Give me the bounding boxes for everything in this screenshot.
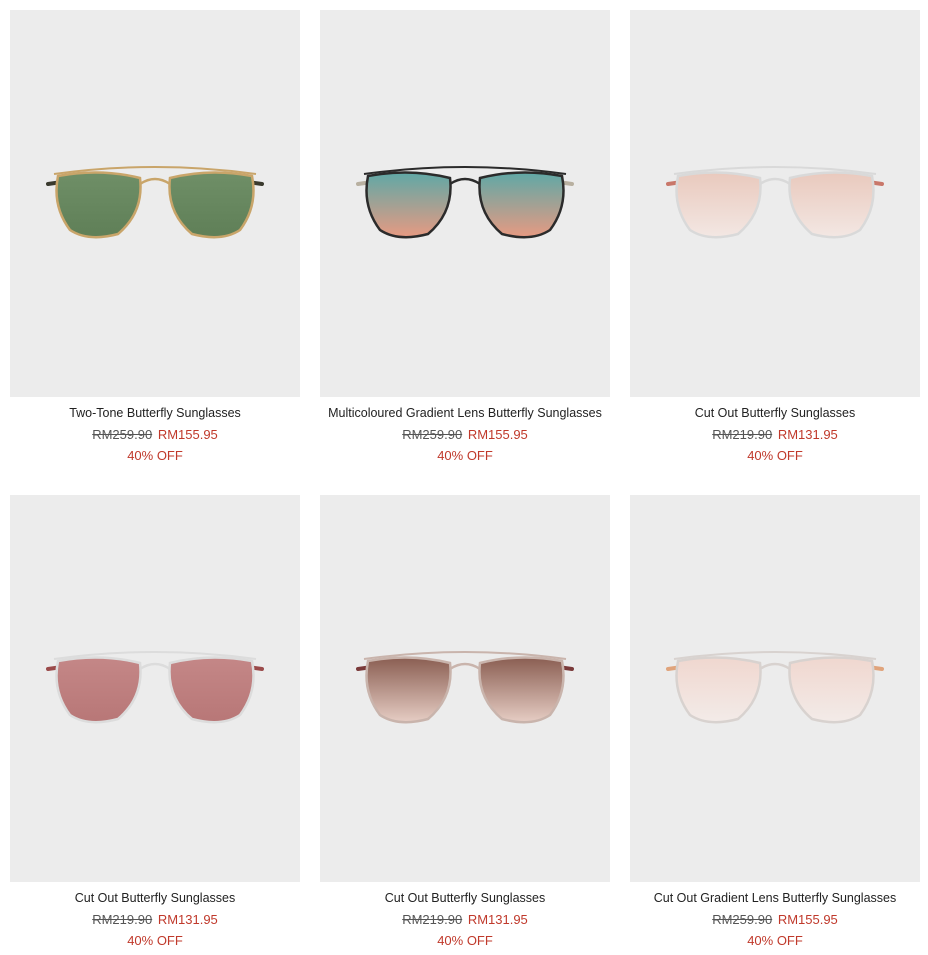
sunglasses-image [46, 165, 264, 238]
bridge [449, 662, 481, 670]
product-name[interactable]: Cut Out Butterfly Sunglasses [630, 406, 920, 421]
right-lens [168, 170, 255, 238]
sunglasses-image [666, 650, 884, 723]
left-lens [675, 170, 762, 238]
product-image[interactable] [630, 10, 920, 397]
product-image[interactable] [10, 10, 300, 397]
price-row: RM259.90 RM155.95 [630, 912, 920, 927]
original-price: RM259.90 [92, 427, 153, 442]
product-image[interactable] [320, 495, 610, 882]
right-lens [788, 170, 875, 238]
sale-price: RM131.95 [157, 912, 218, 927]
sale-price: RM131.95 [777, 427, 838, 442]
discount-label: 40% OFF [437, 933, 493, 948]
discount-label: 40% OFF [747, 933, 803, 948]
sale-price: RM155.95 [157, 427, 218, 442]
left-lens [55, 170, 142, 238]
sale-price: RM155.95 [467, 427, 528, 442]
discount-label: 40% OFF [747, 448, 803, 463]
product-name[interactable]: Two-Tone Butterfly Sunglasses [10, 406, 300, 421]
discount-label: 40% OFF [437, 448, 493, 463]
sunglasses-image [666, 165, 884, 238]
product-grid: Two-Tone Butterfly Sunglasses RM259.90 R… [0, 0, 928, 955]
price-row: RM259.90 RM155.95 [320, 427, 610, 442]
left-lens [365, 170, 452, 238]
sale-price: RM155.95 [777, 912, 838, 927]
discount-label: 40% OFF [127, 933, 183, 948]
left-lens [55, 655, 142, 723]
product-image[interactable] [320, 10, 610, 397]
bridge [449, 177, 481, 185]
original-price: RM219.90 [712, 427, 773, 442]
original-price: RM219.90 [402, 912, 463, 927]
product-card[interactable]: Cut Out Butterfly Sunglasses RM219.90 RM… [630, 10, 920, 463]
right-lens [478, 655, 565, 723]
product-card[interactable]: Cut Out Gradient Lens Butterfly Sunglass… [630, 495, 920, 948]
right-lens [168, 655, 255, 723]
product-card[interactable]: Two-Tone Butterfly Sunglasses RM259.90 R… [10, 10, 300, 463]
discount-label: 40% OFF [127, 448, 183, 463]
sunglasses-image [356, 165, 574, 238]
price-row: RM259.90 RM155.95 [10, 427, 300, 442]
product-image[interactable] [10, 495, 300, 882]
sunglasses-image [46, 650, 264, 723]
original-price: RM259.90 [712, 912, 773, 927]
left-lens [675, 655, 762, 723]
bridge [759, 662, 791, 670]
product-image[interactable] [630, 495, 920, 882]
product-card[interactable]: Cut Out Butterfly Sunglasses RM219.90 RM… [320, 495, 610, 948]
original-price: RM219.90 [92, 912, 153, 927]
product-name[interactable]: Cut Out Butterfly Sunglasses [10, 891, 300, 906]
product-card[interactable]: Cut Out Butterfly Sunglasses RM219.90 RM… [10, 495, 300, 948]
bridge [139, 662, 171, 670]
sunglasses-image [356, 650, 574, 723]
price-row: RM219.90 RM131.95 [10, 912, 300, 927]
right-lens [788, 655, 875, 723]
bridge [139, 177, 171, 185]
right-lens [478, 170, 565, 238]
left-lens [365, 655, 452, 723]
product-name[interactable]: Cut Out Gradient Lens Butterfly Sunglass… [630, 891, 920, 906]
product-card[interactable]: Multicoloured Gradient Lens Butterfly Su… [320, 10, 610, 463]
product-name[interactable]: Cut Out Butterfly Sunglasses [320, 891, 610, 906]
sale-price: RM131.95 [467, 912, 528, 927]
price-row: RM219.90 RM131.95 [320, 912, 610, 927]
price-row: RM219.90 RM131.95 [630, 427, 920, 442]
bridge [759, 177, 791, 185]
original-price: RM259.90 [402, 427, 463, 442]
product-name[interactable]: Multicoloured Gradient Lens Butterfly Su… [320, 406, 610, 421]
